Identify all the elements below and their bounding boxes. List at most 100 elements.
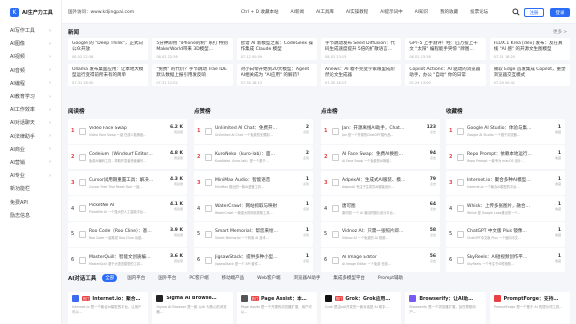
ranking-item[interactable]: 3 MiniMax Audio：智能语音 MiniMax 推出的一款AI语音工具… 1… — [194, 170, 313, 196]
ranking-item[interactable]: 5 ChatGPT 中文版 Plus 镜像… ChatGPT中文版 Plus 一个面… — [446, 222, 565, 247]
news-title[interactable]: 对小白零开始到20大模型：Agent AI相关成为 "AI应用" 的解药？ — [241, 67, 313, 79]
tool-card[interactable]: Sigma AI Browse… Sigma AI Browser 是一款 以AI… — [152, 292, 233, 324]
sidebar-item[interactable]: AI音频 › — [0, 64, 61, 77]
ranking-item[interactable]: 1 Video Face Swap Video Face Swap 一键 在线人脸换… — [68, 119, 187, 144]
news-title[interactable]: 5分钟即用 "iPhone的制" 系打 特别MakerWorld带来 3D模型… — [156, 41, 228, 53]
tool-card-name[interactable]: Page Assist：本… — [261, 295, 307, 302]
ranking-item[interactable]: 4 PicketNe AI PicketNe AI 一个强大的人工智能平台… 4.1 … — [68, 196, 187, 221]
tool-card[interactable]: 热门 Grok：Grok应用… Grok 是由xAI开发的一款对话型 AI 助手… — [321, 292, 402, 324]
ranking-item[interactable]: 4 WaterCrawl：网站抓取与映射 WaterCrawl 一款强大的网页抓取工… — [194, 196, 313, 221]
news-title[interactable]: 微软 Edge 首发集成 Copilot，重塑浏览器交互模式 — [494, 67, 566, 79]
news-title[interactable]: Copilot Actions：AI 驱动的浏览器助手，办公 "自动" 你的日常 — [409, 67, 481, 79]
ranking-item[interactable]: 2 Repo Prompt：依赖本地运行… Repo Prompt 一款专为 mac… — [446, 144, 565, 170]
top-nav-link[interactable]: AI新闻 — [291, 9, 304, 15]
top-nav-link[interactable]: AI知识 — [415, 9, 428, 15]
ranking-item-name[interactable]: Google AI Studio：体验与集… — [467, 125, 562, 131]
news-card[interactable]: FLUX.1 Krea [dev] 发布：及在真线 "AI 感" 的开源文生图模… — [489, 38, 570, 60]
ranking-item-name[interactable]: AI Image Editor — [342, 255, 437, 260]
sidebar-item[interactable]: AI工作效率 › — [0, 103, 61, 116]
ranking-item-name[interactable]: AdpexAI：生成式AI服装、模… — [342, 177, 437, 183]
sidebar-item[interactable]: 免费API — [0, 195, 61, 208]
tools-tab[interactable]: Prompt辅助 — [375, 274, 406, 282]
tools-tab[interactable]: 国外平台 — [155, 274, 179, 282]
ranking-item-name[interactable]: Smart Memorial：帮您来绘… — [215, 228, 310, 234]
ranking-item[interactable]: 5 Smart Memorial：帮您来绘… Smart Memorial 一个利用… — [194, 222, 313, 247]
news-title[interactable]: GPT-5 上手测评！经：匹万投上千文 "太阳" 编程能手突惊 "牌图… — [409, 41, 481, 53]
ranking-item[interactable]: 4 唐可图 唐可图 一个 AI 驱动的图片设计平台… 64 点击 — [321, 196, 440, 221]
top-nav-link[interactable]: 我的收藏 — [440, 9, 458, 15]
tool-card-name[interactable]: Internet.io：聚合… — [92, 295, 140, 302]
news-card[interactable]: 微软 Edge 首发集成 Copilot，重塑浏览器交互模式 07-29 00:4… — [489, 64, 570, 86]
ranking-item-name[interactable]: Unlimited AI Chat：免费开… — [215, 125, 310, 131]
news-card[interactable]: Copilot Actions：AI 驱动的浏览器助手，办公 "自动" 你的日常… — [405, 64, 486, 86]
news-more-link[interactable]: 更多 > — [553, 29, 567, 35]
ranking-item[interactable]: 3 Cursor试用期重置工具：解决… Cursor Free Trial Rese… — [68, 170, 187, 196]
tool-card[interactable]: PromptForge：支持… PromptForge 是一个基于 AI 的提示词… — [489, 292, 570, 324]
ranking-item-name[interactable]: SkyReels：AI短视频创作平… — [467, 254, 562, 260]
login-button[interactable]: 登录 — [550, 8, 570, 17]
sidebar-item[interactable]: AI商业 › — [0, 143, 61, 156]
ranking-item[interactable]: 6 SkyReels：AI短视频创作平… SkyReels 一个专注于AI短视频… 1… — [446, 247, 565, 273]
news-card[interactable]: 对小白零开始到20大模型：Agent AI相关成为 "AI应用" 的解药？ 07-… — [236, 64, 317, 86]
sidebar-item[interactable]: AI法律助手 › — [0, 130, 61, 143]
ranking-item[interactable]: 4 Whisk：上传多张图片，融合… Whisk 是 Google Labs推出的一… — [446, 196, 565, 221]
ranking-item-name[interactable]: Internet.io：聚合多种AI模型… — [467, 177, 562, 183]
sidebar-item[interactable]: AI教育学习 › — [0, 90, 61, 103]
ranking-item-name[interactable]: ChatGPT 中文版 Plus 镜像… — [467, 228, 562, 234]
ranking-item[interactable]: 3 AdpexAI：生成式AI服装、模… AdpexAI 专注于生成式AI服装设计…… — [321, 170, 440, 196]
news-card[interactable]: Anews：AI 嘘不完变学家眼里成阶然论文生成器 07-30 18:13 — [321, 64, 402, 86]
ranking-item-name[interactable]: Repo Prompt：依赖本地运行… — [467, 151, 562, 157]
sidebar-item[interactable]: AI营销 › — [0, 156, 61, 169]
sidebar-item[interactable]: 新功能栏 — [0, 182, 61, 195]
ranking-item[interactable]: 6 JigsawStack：提供多种小型… JigsawStack 是一个 API … — [194, 247, 313, 273]
top-nav-link[interactable]: AI提示词中 — [380, 9, 402, 15]
news-card[interactable]: GPT-5 上手测评！经：匹万投上千文 "太阳" 编程能手突惊 "牌图… 08-0… — [405, 38, 486, 60]
sidebar-item[interactable]: AI写作工具 › — [0, 24, 61, 37]
ranking-item-name[interactable]: Whisk：上传多张图片，融合… — [467, 203, 562, 209]
ranking-item-name[interactable]: AI Face Swap：免费AI换脸… — [342, 151, 437, 157]
ranking-item-name[interactable]: WaterCrawl：网站抓取与映射 — [215, 203, 310, 209]
search-icon[interactable] — [512, 8, 520, 16]
signup-button[interactable]: 注册 — [524, 8, 544, 17]
news-card[interactable]: 字节跳动发布 Seed Diffusion：代码生成速度提升 5倍的扩散语言… 0… — [321, 38, 402, 60]
tool-card-name[interactable]: PromptForge：支持… — [504, 295, 559, 302]
ranking-item[interactable]: 6 MasterQuill：智能文创质编… MasterQuill 基于大语言模型的… — [68, 247, 187, 273]
top-nav-link[interactable]: 投票论坛 — [470, 9, 488, 15]
tools-tab[interactable]: PC客户端 — [186, 274, 211, 282]
top-nav-link[interactable]: AI工具库 — [316, 9, 334, 15]
news-card[interactable]: "免费" 的代价？字节跳动 Trae IDE 默认数据上报引用发反响 07-31 … — [152, 64, 233, 86]
news-card[interactable]: Google 的 "Deep Think"，正式向公众开放 08-02 22:38 — [68, 38, 149, 60]
sidebar-item[interactable]: AI对话聊天 › — [0, 116, 61, 129]
ranking-item[interactable]: 2 KuroNeko（kuro-lab）：面… KuroNeko（kuro-lab）… — [194, 144, 313, 170]
ranking-item[interactable]: 1 Unlimited AI Chat：免费开… Unlimited AI Chat… — [194, 119, 313, 144]
tools-tab[interactable]: 移动端产品 — [219, 274, 248, 282]
sidebar-item[interactable]: 励志信息 — [0, 209, 61, 222]
sidebar-item[interactable]: AI编程 › — [0, 77, 61, 90]
ranking-item-name[interactable]: 唐可图 — [342, 203, 437, 209]
ranking-item-name[interactable]: MiniMax Audio：智能语音 — [215, 177, 310, 183]
news-title[interactable]: Ollama 发布桌面应用：让本地大模型运行变得前所未有的简单 — [72, 67, 144, 79]
tools-tab[interactable]: 全部 — [102, 274, 118, 282]
ranking-item[interactable]: 1 Google AI Studio：体验与集… Google AI Studio … — [446, 119, 565, 144]
ranking-item[interactable]: 1 Jan：开源离线AI助手，Chat… Jan 是一个开源的ChatGPT替代品…… — [321, 119, 440, 144]
sidebar-item[interactable]: AI专业 › — [0, 169, 61, 182]
tool-card[interactable]: 热门 Internet.io：聚合… Internet.io 是一个聚合AI模型的平… — [68, 292, 149, 324]
sidebar-item[interactable]: AI图像 › — [0, 37, 61, 50]
tools-tab[interactable]: 国内平台 — [124, 274, 148, 282]
ranking-item-name[interactable]: Jan：开源离线AI助手，Chat… — [342, 125, 437, 131]
sidebar-item[interactable]: AI视频 › — [0, 50, 61, 63]
ranking-item[interactable]: 3 Internet.io：聚合多种AI模型… Internet.io 一个聚合AI… — [446, 170, 565, 196]
news-card[interactable]: Ollama 发布桌面应用：让本地大模型运行变得前所未有的简单 07-31 18:… — [68, 64, 149, 86]
news-title[interactable]: 智谱 AI 新模型之家：CodeGeex 操作集成 Claude 模型 — [241, 41, 313, 53]
news-title[interactable]: Google 的 "Deep Think"，正式向公众开放 — [72, 41, 144, 53]
news-title[interactable]: FLUX.1 Krea [dev] 发布：及在真线 "AI 感" 的开源文生图模… — [494, 41, 566, 53]
site-logo[interactable]: K AI生产力工具 — [0, 0, 61, 24]
tool-card[interactable]: 热门 Page Assist：本… Page Assist 是一个开源的浏览器扩展，… — [236, 292, 317, 324]
ranking-item-name[interactable]: KuroNeko（kuro-lab）：面… — [215, 151, 310, 157]
tool-card-name[interactable]: Browserify：让AI助… — [419, 295, 473, 302]
news-title[interactable]: Anews：AI 嘘不完变学家眼里成阶然论文生成器 — [325, 67, 397, 79]
news-card[interactable]: 智谱 AI 新模型之家：CodeGeex 操作集成 Claude 模型 07-12… — [236, 38, 317, 60]
news-card[interactable]: 5分钟即用 "iPhone的制" 系打 特别MakerWorld带来 3D模型…… — [152, 38, 233, 60]
ranking-item[interactable]: 2 Codeium（Windsurf Editor… 免费AI编码工具 - 帮助开发… — [68, 144, 187, 170]
news-title[interactable]: "免费" 的代价？字节跳动 Trae IDE 默认数据上报引用发反响 — [156, 67, 228, 79]
